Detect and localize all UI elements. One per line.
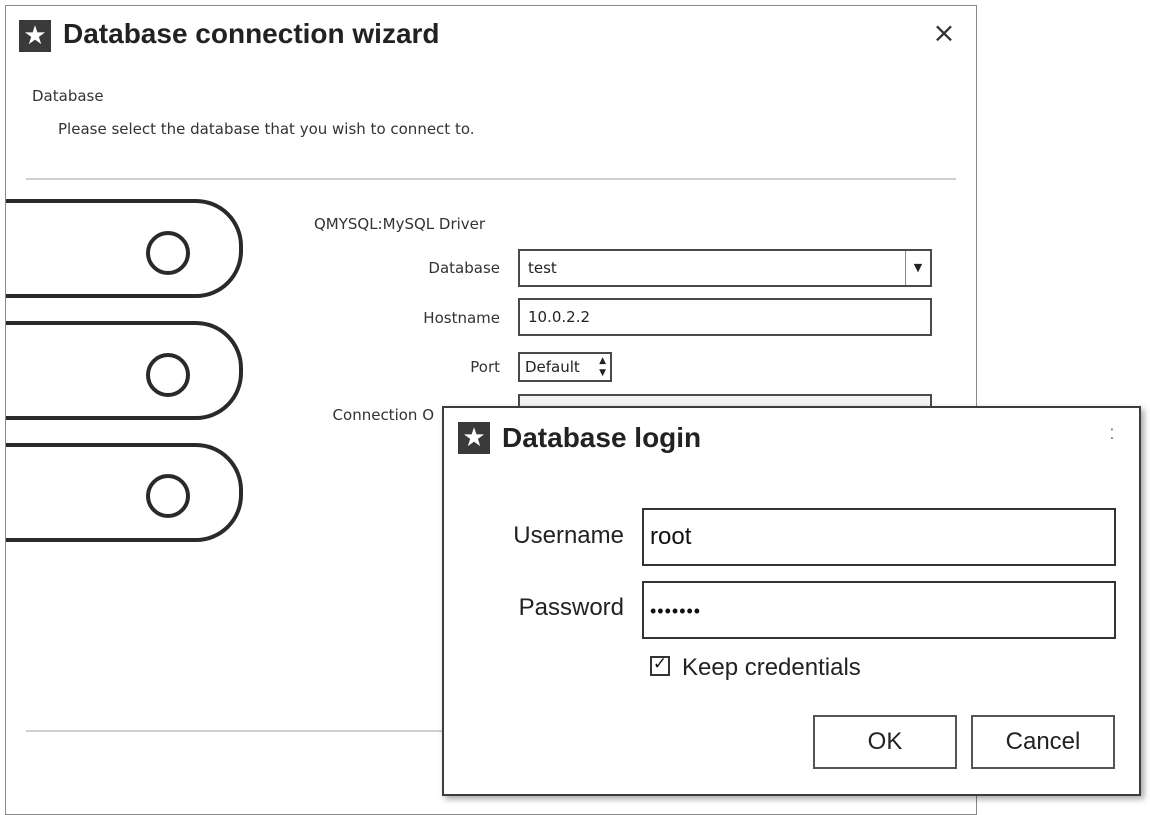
ok-button[interactable]: OK xyxy=(813,715,957,769)
close-icon[interactable]: ⁚ xyxy=(1102,428,1122,458)
password-label: Password xyxy=(518,594,624,621)
username-label: Username xyxy=(513,522,624,549)
connection-options-label: Connection O xyxy=(332,406,434,424)
database-label: Database xyxy=(428,259,500,277)
keep-credentials-checkbox[interactable]: ✓ Keep credentials xyxy=(650,654,861,682)
port-label: Port xyxy=(470,358,500,376)
star-icon: ★ xyxy=(458,422,490,454)
hostname-value: 10.0.2.2 xyxy=(528,308,591,326)
port-spinbox[interactable]: Default ▲ ▼ xyxy=(518,352,612,382)
close-icon[interactable]: × xyxy=(929,18,959,48)
username-input[interactable]: root xyxy=(642,508,1116,566)
star-icon: ★ xyxy=(19,20,51,52)
cancel-button[interactable]: Cancel xyxy=(971,715,1115,769)
hostname-input[interactable]: 10.0.2.2 xyxy=(518,298,932,336)
port-value: Default xyxy=(525,358,580,376)
hostname-label: Hostname xyxy=(423,309,500,327)
password-value: ••••••• xyxy=(650,601,702,621)
driver-label: QMYSQL:MySQL Driver xyxy=(314,215,486,233)
password-input[interactable]: ••••••• xyxy=(642,581,1116,639)
database-login-dialog: ★ Database login ⁚ Username root Passwor… xyxy=(442,406,1141,796)
checkbox-checked-icon[interactable]: ✓ xyxy=(650,654,670,676)
database-value: test xyxy=(528,259,557,277)
server-stack-icon xyxy=(6,199,243,542)
keep-credentials-label: Keep credentials xyxy=(682,654,861,681)
section-title: Database xyxy=(32,87,104,105)
login-title: Database login xyxy=(502,422,702,453)
divider-top xyxy=(26,178,956,180)
section-subtitle: Please select the database that you wish… xyxy=(58,120,475,138)
wizard-titlebar: ★ Database connection wizard × xyxy=(6,6,976,62)
database-combobox[interactable]: test ▼ xyxy=(518,249,932,287)
wizard-title: Database connection wizard xyxy=(63,18,440,49)
username-value: root xyxy=(650,523,692,550)
spin-arrows-icon[interactable]: ▲ ▼ xyxy=(599,355,606,379)
chevron-down-icon[interactable]: ▼ xyxy=(905,251,930,285)
